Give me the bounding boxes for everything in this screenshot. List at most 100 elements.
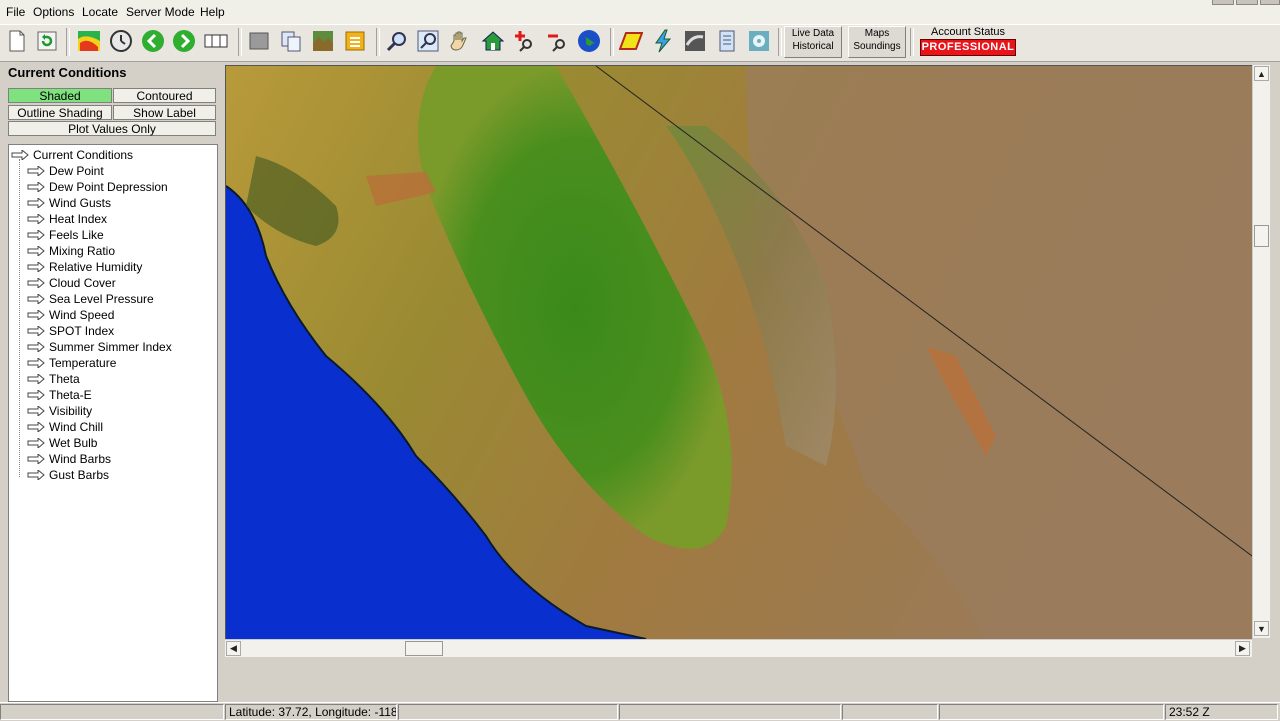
back-arrow-icon[interactable]	[140, 28, 166, 54]
radar-map-icon[interactable]	[76, 28, 102, 54]
menu-options[interactable]: Options	[33, 5, 74, 19]
status-empty-cell	[939, 704, 1164, 720]
status-empty-cell	[0, 704, 224, 720]
tree-item[interactable]: Heat Index	[27, 211, 107, 227]
tree-item[interactable]: Dew Point Depression	[27, 179, 168, 195]
terrain-map-canvas	[226, 66, 1252, 639]
toolbar-separator	[910, 28, 914, 56]
tree-item[interactable]: Wind Speed	[27, 307, 114, 323]
toolbar-separator	[610, 28, 614, 56]
tree-item-label: Mixing Ratio	[49, 244, 116, 258]
arrow-icon	[27, 358, 45, 368]
stack-icon[interactable]	[342, 28, 368, 54]
home-icon[interactable]	[480, 28, 506, 54]
zoom-icon[interactable]	[384, 28, 410, 54]
scroll-up-icon[interactable]: ▲	[1254, 66, 1269, 81]
menu-bar: File Options Locate Server Mode Help	[0, 0, 1280, 24]
menu-help[interactable]: Help	[200, 5, 225, 19]
notepad-icon[interactable]	[714, 28, 740, 54]
terrain-map-icon[interactable]	[310, 28, 336, 54]
tree-item-label: Sea Level Pressure	[49, 292, 154, 306]
zoom-out-icon[interactable]	[544, 28, 570, 54]
parallelogram-icon[interactable]	[618, 28, 644, 54]
maps-label: Maps	[864, 28, 890, 39]
tree-item[interactable]: Gust Barbs	[27, 467, 109, 483]
vertical-scroll-thumb[interactable]	[1254, 225, 1269, 247]
scroll-down-icon[interactable]: ▼	[1254, 621, 1269, 636]
tree-item-label: Wind Speed	[49, 308, 115, 322]
tree-item[interactable]: Theta-E	[27, 387, 92, 403]
clock-icon[interactable]	[108, 28, 134, 54]
tree-item[interactable]: Temperature	[27, 355, 116, 371]
tree-item[interactable]: Sea Level Pressure	[27, 291, 154, 307]
tree-item[interactable]: Cloud Cover	[27, 275, 116, 291]
status-empty-cell	[842, 704, 938, 720]
contoured-button[interactable]: Contoured	[113, 88, 216, 103]
maps-soundings-toggle[interactable]: Maps Soundings	[848, 26, 906, 58]
lightning-icon[interactable]	[650, 28, 676, 54]
shaded-button[interactable]: Shaded	[8, 88, 112, 103]
zoom-window-icon[interactable]	[415, 28, 441, 54]
tree-item[interactable]: Wind Gusts	[27, 195, 111, 211]
globe-icon[interactable]	[576, 28, 602, 54]
tree-item[interactable]: Theta	[27, 371, 80, 387]
menu-locate[interactable]: Locate	[82, 5, 118, 19]
tree-item[interactable]: Wind Barbs	[27, 451, 111, 467]
tree-item-label: Wind Gusts	[49, 196, 112, 210]
refresh-icon[interactable]	[34, 28, 60, 54]
arrow-icon	[27, 422, 45, 432]
tree-item[interactable]: Wet Bulb	[27, 435, 97, 451]
zoom-in-icon[interactable]	[511, 28, 537, 54]
tree-item-label: Theta-E	[49, 388, 92, 402]
live-historical-toggle[interactable]: Live Data Historical	[784, 26, 842, 58]
horizontal-scroll-thumb[interactable]	[405, 641, 443, 656]
arrow-icon	[27, 438, 45, 448]
tree-item[interactable]: Mixing Ratio	[27, 243, 115, 259]
satellite-icon[interactable]	[682, 28, 708, 54]
tree-item[interactable]: Summer Simmer Index	[27, 339, 172, 355]
panel-title: Current Conditions	[8, 65, 127, 80]
tree-item[interactable]: Feels Like	[27, 227, 104, 243]
layer-icon[interactable]	[246, 28, 272, 54]
hurricane-icon[interactable]	[746, 28, 772, 54]
tree-item-label: Dew Point	[49, 164, 104, 178]
soundings-label: Soundings	[853, 41, 901, 52]
horizontal-scrollbar[interactable]: ◀ ▶	[225, 639, 1252, 657]
new-document-icon[interactable]	[4, 28, 30, 54]
tree-item[interactable]: Dew Point	[27, 163, 104, 179]
toolbar-separator	[376, 28, 380, 56]
scroll-left-icon[interactable]: ◀	[226, 641, 241, 656]
minimize-button[interactable]	[1212, 0, 1234, 5]
toolbar-separator	[778, 28, 782, 56]
menu-file[interactable]: File	[6, 5, 25, 19]
plot-values-only-button[interactable]: Plot Values Only	[8, 121, 216, 136]
tree-item-label: Gust Barbs	[49, 468, 110, 482]
toolbar-separator	[238, 28, 242, 56]
tree-item-label: Wind Chill	[49, 420, 104, 434]
tree-item[interactable]: SPOT Index	[27, 323, 114, 339]
tree-root-current-conditions[interactable]: Current Conditions	[11, 147, 133, 163]
status-empty-cell	[398, 704, 618, 720]
vertical-scrollbar[interactable]: ▲ ▼	[1252, 65, 1270, 638]
scroll-right-icon[interactable]: ▶	[1235, 641, 1250, 656]
outline-shading-button[interactable]: Outline Shading	[8, 105, 112, 120]
live-data-label: Live Data	[791, 28, 835, 39]
forward-arrow-icon[interactable]	[171, 28, 197, 54]
tree-item[interactable]: Visibility	[27, 403, 92, 419]
arrow-icon	[27, 214, 45, 224]
maximize-button[interactable]	[1236, 0, 1258, 5]
terrain-map[interactable]	[225, 65, 1252, 639]
filmstrip-icon[interactable]	[203, 28, 229, 54]
tree-item-label: Cloud Cover	[49, 276, 116, 290]
menu-server-mode[interactable]: Server Mode	[126, 5, 195, 19]
tree-item-label: Wind Barbs	[49, 452, 112, 466]
tree-item[interactable]: Wind Chill	[27, 419, 103, 435]
tree-item[interactable]: Relative Humidity	[27, 259, 142, 275]
copy-icon[interactable]	[278, 28, 304, 54]
arrow-icon	[27, 374, 45, 384]
arrow-icon	[27, 166, 45, 176]
pan-hand-icon[interactable]	[447, 28, 473, 54]
show-label-values-button[interactable]: Show Label Values	[113, 105, 216, 135]
toolbar: Live Data Historical Maps Soundings Acco…	[0, 24, 1280, 62]
close-button[interactable]	[1260, 0, 1280, 5]
